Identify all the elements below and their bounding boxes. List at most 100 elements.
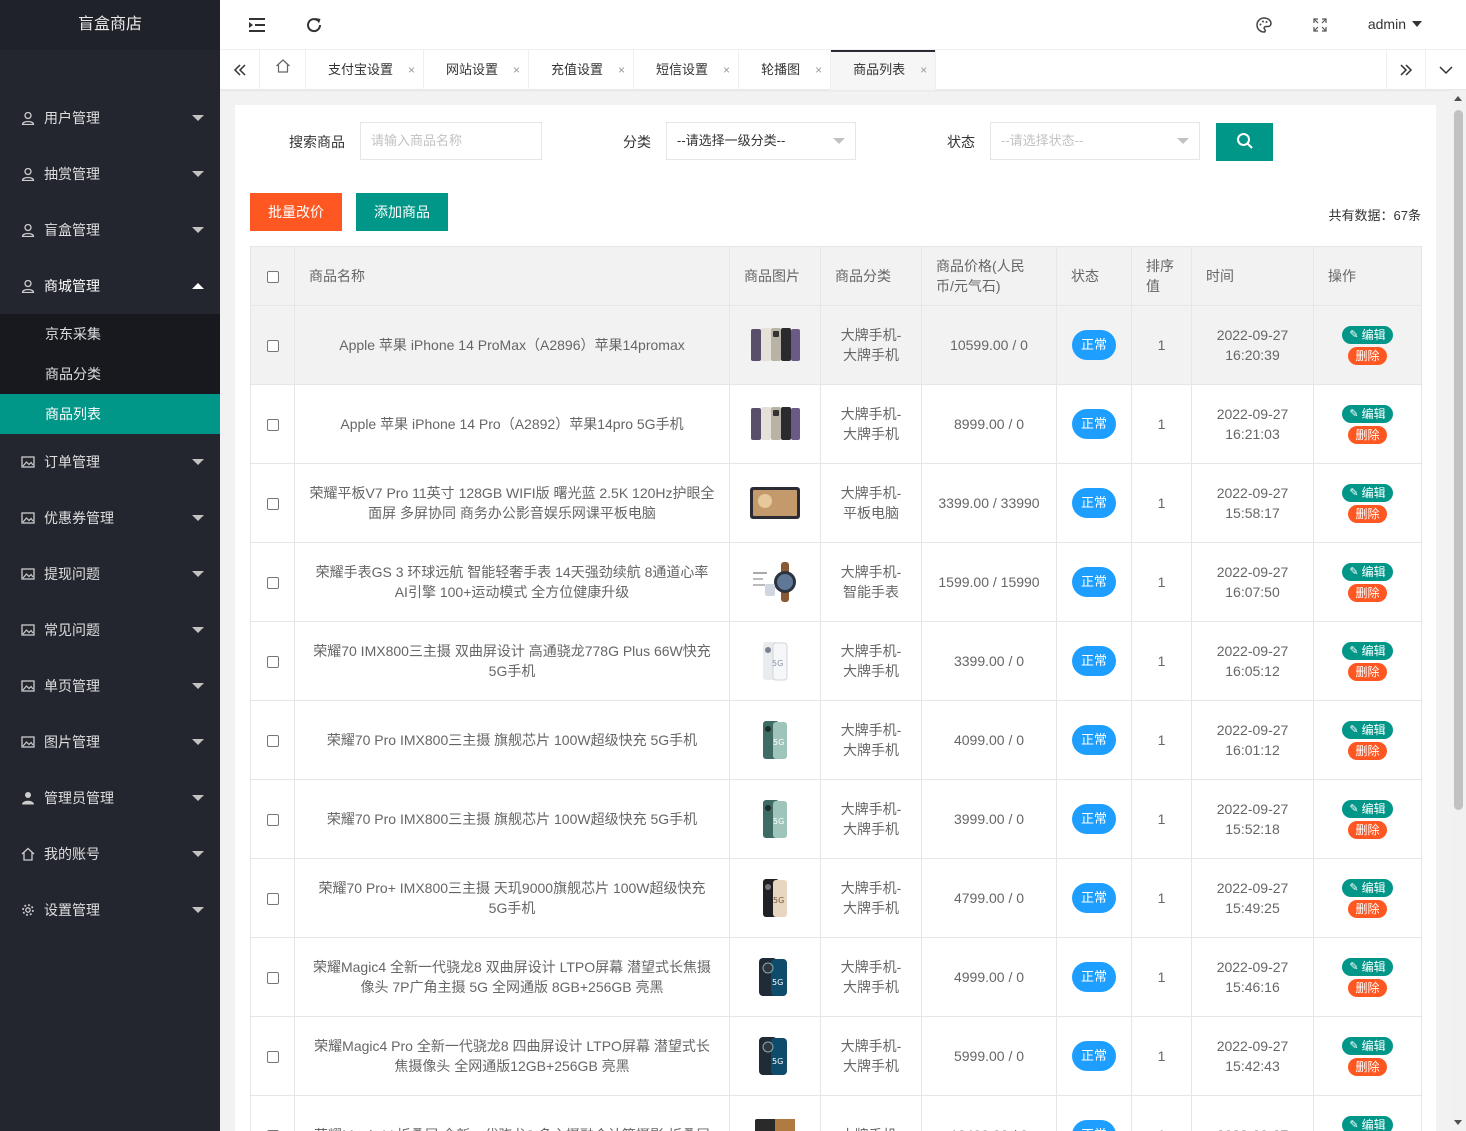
sidebar-item-9[interactable]: 图片管理 (0, 714, 220, 770)
row-checkbox[interactable] (266, 814, 279, 827)
product-image[interactable] (747, 407, 803, 440)
row-checkbox[interactable] (266, 735, 279, 748)
row-checkbox[interactable] (266, 1051, 279, 1064)
row-checkbox[interactable] (266, 340, 279, 353)
product-image[interactable]: 5G (747, 958, 803, 996)
edit-button[interactable]: ✎ 编辑 (1342, 404, 1393, 423)
tab-home[interactable] (260, 50, 306, 90)
delete-button[interactable]: 删除 (1348, 583, 1387, 602)
delete-button[interactable]: 删除 (1348, 346, 1387, 365)
product-image[interactable]: 5G (747, 642, 803, 681)
scroll-up-arrow-icon[interactable] (1454, 96, 1462, 101)
status-badge[interactable]: 正常 (1071, 330, 1116, 360)
page-scrollbar[interactable] (1451, 90, 1466, 1131)
product-image[interactable]: 5G (747, 800, 803, 838)
tab-0[interactable]: 支付宝设置 × (306, 50, 425, 90)
tab-5[interactable]: 商品列表 × (831, 50, 937, 90)
tab-2[interactable]: 充值设置 × (529, 50, 635, 90)
edit-button[interactable]: ✎ 编辑 (1342, 325, 1393, 344)
search-button[interactable] (1216, 123, 1273, 161)
product-image[interactable] (747, 562, 803, 602)
close-icon[interactable]: × (920, 50, 927, 90)
delete-button[interactable]: 删除 (1348, 504, 1387, 523)
scrollbar-thumb[interactable] (1454, 110, 1463, 810)
row-checkbox[interactable] (266, 498, 279, 511)
batch-price-button[interactable]: 批量改价 (250, 193, 342, 231)
edit-button[interactable]: ✎ 编辑 (1342, 483, 1393, 502)
delete-button[interactable]: 删除 (1348, 425, 1387, 444)
delete-button[interactable]: 删除 (1348, 978, 1387, 997)
status-badge[interactable]: 正常 (1071, 1120, 1116, 1131)
close-icon[interactable]: × (513, 50, 520, 90)
table-row[interactable]: 荣耀70 Pro IMX800三主摄 旗舰芯片 100W超级快充 5G手机 5G 大… (250, 779, 1422, 859)
add-product-button[interactable]: 添加商品 (356, 193, 448, 231)
product-image[interactable]: 5G (747, 721, 803, 759)
sidebar-item-10[interactable]: 管理员管理 (0, 770, 220, 826)
row-checkbox[interactable] (266, 577, 279, 590)
status-badge[interactable]: 正常 (1071, 804, 1116, 834)
status-badge[interactable]: 正常 (1071, 646, 1116, 676)
sidebar-item-2[interactable]: 盲盒管理 (0, 202, 220, 258)
status-badge[interactable]: 正常 (1071, 488, 1116, 518)
app-logo-title[interactable]: 盲盒商店 (0, 0, 220, 50)
delete-button[interactable]: 删除 (1348, 741, 1387, 760)
status-badge[interactable]: 正常 (1071, 1041, 1116, 1071)
tab-4[interactable]: 轮播图 × (739, 50, 832, 90)
product-image[interactable] (747, 487, 803, 519)
table-row[interactable]: 荣耀Magic4 全新一代骁龙8 双曲屏设计 LTPO屏幕 潜望式长焦摄像头 7… (250, 937, 1422, 1017)
edit-button[interactable]: ✎ 编辑 (1342, 562, 1393, 581)
sidebar-item-6[interactable]: 提现问题 (0, 546, 220, 602)
status-badge[interactable]: 正常 (1071, 883, 1116, 913)
row-checkbox[interactable] (266, 972, 279, 985)
status-select[interactable]: --请选择状态-- (990, 122, 1200, 160)
tab-1[interactable]: 网站设置 × (424, 50, 530, 90)
tab-menu-chevron-icon[interactable] (1426, 50, 1466, 90)
refresh-icon[interactable] (304, 15, 324, 35)
sidebar-subitem-2[interactable]: 商品列表 (0, 394, 220, 434)
edit-button[interactable]: ✎ 编辑 (1342, 878, 1393, 897)
sidebar-item-7[interactable]: 常见问题 (0, 602, 220, 658)
table-row[interactable]: 荣耀70 Pro+ IMX800三主摄 天玑9000旗舰芯片 100W超级快充 … (250, 858, 1422, 938)
row-checkbox[interactable] (266, 893, 279, 906)
table-row[interactable]: 荣耀70 IMX800三主摄 双曲屏设计 高通骁龙778G Plus 66W快充… (250, 621, 1422, 701)
tab-scroll-left-icon[interactable] (220, 50, 260, 90)
delete-button[interactable]: 删除 (1348, 1057, 1387, 1076)
menu-fold-icon[interactable] (248, 15, 268, 35)
status-badge[interactable]: 正常 (1071, 409, 1116, 439)
select-all-checkbox[interactable] (266, 271, 279, 284)
status-badge[interactable]: 正常 (1071, 725, 1116, 755)
sidebar-item-11[interactable]: 我的账号 (0, 826, 220, 882)
sidebar-item-1[interactable]: 抽赏管理 (0, 146, 220, 202)
close-icon[interactable]: × (723, 50, 730, 90)
scroll-down-arrow-icon[interactable] (1454, 1120, 1462, 1125)
table-row[interactable]: 荣耀70 Pro IMX800三主摄 旗舰芯片 100W超级快充 5G手机 5G 大… (250, 700, 1422, 780)
tab-scroll-right-icon[interactable] (1386, 50, 1426, 90)
sidebar-item-4[interactable]: 订单管理 (0, 434, 220, 490)
status-badge[interactable]: 正常 (1071, 567, 1116, 597)
status-badge[interactable]: 正常 (1071, 962, 1116, 992)
fullscreen-icon[interactable] (1310, 15, 1330, 35)
sidebar-subitem-0[interactable]: 京东采集 (0, 314, 220, 354)
table-row[interactable]: Apple 苹果 iPhone 14 ProMax（A2896）苹果14prom… (250, 305, 1422, 385)
row-checkbox[interactable] (266, 419, 279, 432)
close-icon[interactable]: × (815, 50, 822, 90)
table-row[interactable]: Apple 苹果 iPhone 14 Pro（A2892）苹果14pro 5G手… (250, 384, 1422, 464)
edit-button[interactable]: ✎ 编辑 (1342, 1036, 1393, 1055)
user-menu[interactable]: admin (1368, 16, 1422, 32)
product-image[interactable]: 5G (747, 879, 803, 917)
sidebar-item-3[interactable]: 商城管理 (0, 258, 220, 314)
sidebar-subitem-1[interactable]: 商品分类 (0, 354, 220, 394)
theme-icon[interactable] (1254, 15, 1274, 35)
close-icon[interactable]: × (618, 50, 625, 90)
edit-button[interactable]: ✎ 编辑 (1342, 957, 1393, 976)
sidebar-item-5[interactable]: 优惠券管理 (0, 490, 220, 546)
delete-button[interactable]: 删除 (1348, 820, 1387, 839)
close-icon[interactable]: × (408, 50, 415, 90)
table-row[interactable]: 荣耀平板V7 Pro 11英寸 128GB WIFI版 曙光蓝 2.5K 120… (250, 463, 1422, 543)
sidebar-item-8[interactable]: 单页管理 (0, 658, 220, 714)
tab-3[interactable]: 短信设置 × (634, 50, 740, 90)
sidebar-item-12[interactable]: 设置管理 (0, 882, 220, 938)
edit-button[interactable]: ✎ 编辑 (1342, 799, 1393, 818)
product-image[interactable] (747, 328, 803, 361)
delete-button[interactable]: 删除 (1348, 662, 1387, 681)
